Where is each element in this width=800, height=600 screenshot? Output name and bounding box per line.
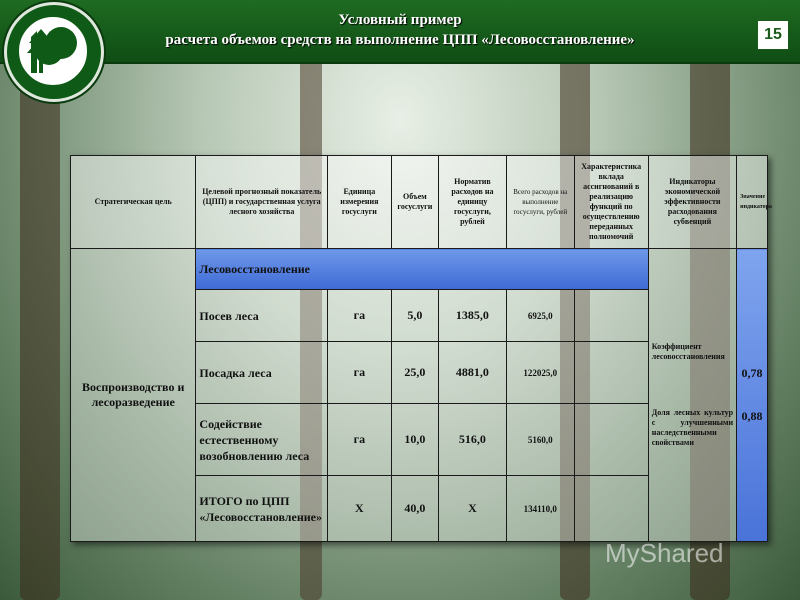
total-cell: 6925,0 [505, 289, 575, 342]
unit-cell: га [326, 289, 392, 342]
norm-cell: 1385,0 [438, 289, 507, 342]
service-name: ИТОГО по ЦПП «Лесовосстановление» [195, 475, 328, 542]
service-name: Посадка леса [195, 341, 328, 404]
empty-cell [573, 403, 649, 476]
volume-cell: 40,0 [390, 475, 440, 542]
column-header: Характеристика вклада ассигнований в реа… [573, 155, 649, 249]
watermark: MyShared [605, 538, 724, 568]
unit-cell: га [326, 403, 392, 476]
logo-emblem [17, 15, 89, 87]
indicator-value: 0,88 [741, 409, 763, 423]
column-header: Единица измерения госуслуги [326, 155, 392, 249]
table-header-row: Стратегическая цель Целевой прогнозный п… [69, 155, 772, 249]
tree-logo-icon [27, 27, 77, 73]
column-header: Стратегическая цель [69, 155, 197, 249]
calculation-table: Стратегическая цель Целевой прогнозный п… [69, 155, 772, 542]
title-line-1: Условный пример [338, 12, 462, 28]
indicator-label: Коэффициент лесовосстановления [651, 342, 725, 361]
indicators-cell: Коэффициент лесовосстановления Доля лесн… [647, 248, 738, 542]
volume-cell: 10,0 [390, 403, 440, 476]
volume-cell: 25,0 [390, 341, 440, 404]
strategic-goal-cell: Воспроизводство и лесоразведение [69, 248, 197, 542]
total-cell: 122025,0 [505, 341, 575, 404]
empty-cell [573, 341, 649, 404]
column-header: Значение индикатора [736, 155, 772, 249]
total-cell: 5160,0 [505, 403, 575, 476]
column-header: Индикаторы экономической эффективности р… [647, 155, 738, 249]
forest-agency-logo [4, 2, 104, 102]
indicator-value: 0,78 [741, 366, 763, 380]
unit-cell: га [326, 341, 392, 404]
volume-cell: 5,0 [390, 289, 440, 342]
section-title: Лесовосстановление [195, 248, 649, 290]
column-header: Целевой прогнозный показатель (ЦПП) и го… [195, 155, 328, 249]
norm-cell: 516,0 [438, 403, 507, 476]
empty-cell [573, 289, 649, 342]
page-number: 15 [757, 20, 789, 50]
indicator-values-cell: 0,78 0,88 [736, 248, 768, 542]
column-header: Всего расходов на выполнение госуслуги, … [505, 155, 575, 249]
column-header: Объем госуслуги [390, 155, 440, 249]
table-row: Воспроизводство и лесоразведение Лесовос… [69, 248, 768, 542]
column-header: Норматив расходов на единицу госуслуги, … [438, 155, 507, 249]
unit-cell: Х [326, 475, 392, 542]
norm-cell: 4881,0 [438, 341, 507, 404]
service-name: Содействие естественному возобновлению л… [195, 403, 328, 476]
empty-cell [573, 475, 649, 542]
indicator-label: Доля лесных культур с улучшенными наслед… [651, 408, 734, 447]
title-line-2: расчета объемов средств на выполнение ЦП… [165, 32, 635, 48]
total-cell: 134110,0 [505, 475, 575, 542]
norm-cell: Х [438, 475, 507, 542]
service-name: Посев леса [195, 289, 328, 342]
page-title: Условный пример расчета объемов средств … [120, 10, 680, 50]
